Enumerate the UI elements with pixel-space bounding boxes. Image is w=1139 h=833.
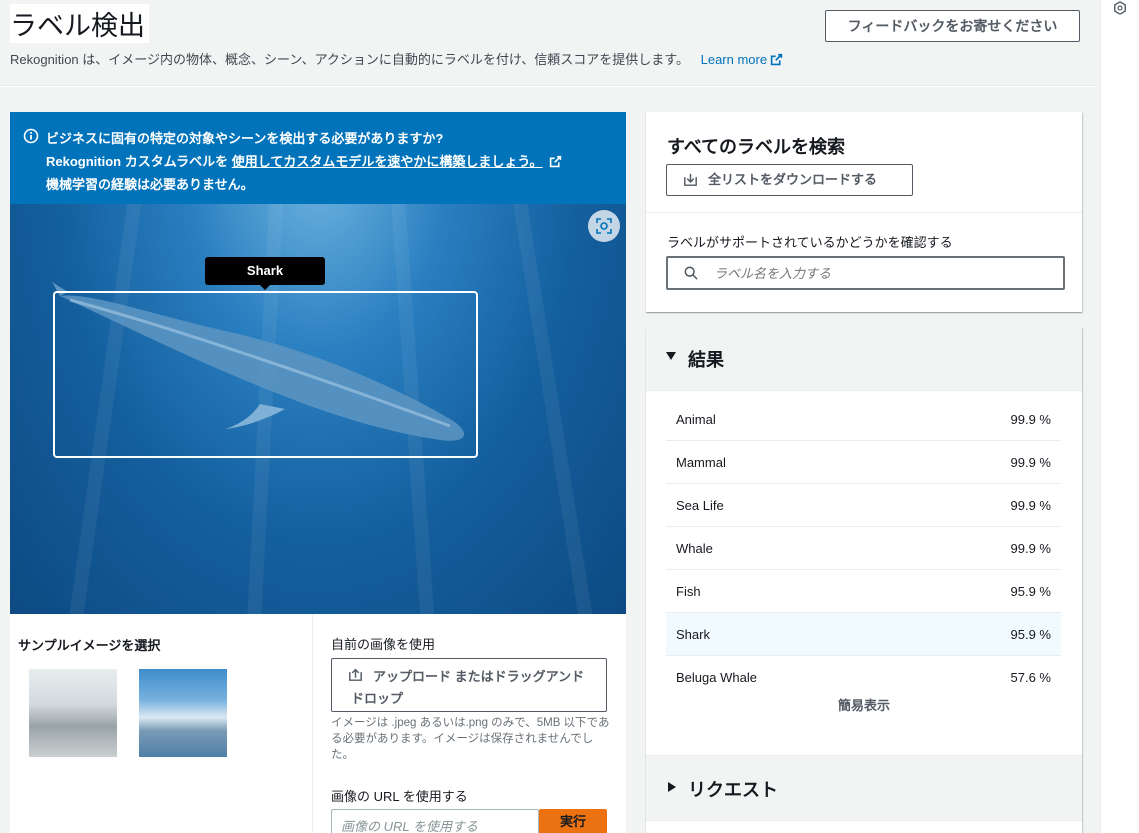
result-row[interactable]: Animal 99.9 % (666, 398, 1061, 441)
learn-more-label: Learn more (700, 52, 768, 67)
result-label: Mammal (676, 455, 726, 470)
detection-label-tooltip: Shark (205, 257, 325, 290)
search-labels-title: すべてのラベルを検索 (667, 137, 846, 157)
result-row[interactable]: Sea Life 99.9 % (666, 484, 1061, 527)
custom-labels-link[interactable]: 使用してカスタムモデルを速やかに構築しましょう。 (232, 154, 543, 169)
caret-right-icon (668, 782, 676, 792)
result-confidence: 57.6 % (1010, 670, 1051, 685)
info-line-1: ビジネスに固有の特定の対象やシーンを検出する必要がありますか? (46, 131, 444, 146)
request-title: リクエスト (688, 780, 778, 800)
download-list-button[interactable]: 全リストをダウンロードする (666, 164, 913, 196)
image-preview: Shark (10, 204, 626, 614)
result-confidence: 99.9 % (1010, 498, 1051, 513)
result-label: Animal (676, 412, 716, 427)
learn-more-link[interactable]: Learn more (701, 52, 783, 67)
info-line-3: 機械学習の経験は必要ありません。 (46, 177, 254, 192)
info-line-2: Rekognition カスタムラベルを 使用してカスタムモデルを速やかに構築し… (46, 151, 562, 170)
sample-image-skyline[interactable] (139, 669, 227, 757)
result-row[interactable]: Whale 99.9 % (666, 527, 1061, 570)
compact-view-link[interactable]: 簡易表示 (646, 695, 1082, 714)
upload-hint: イメージは .jpeg あるいは.png のみで、5MB 以下である必要がありま… (331, 717, 610, 761)
info-line-2-prefix: Rekognition カスタムラベルを (46, 154, 229, 169)
url-title: 画像の URL を使用する (331, 789, 468, 804)
search-labels-card: すべてのラベルを検索 全リストをダウンロードする ラベルがサポートされているかど… (646, 112, 1082, 312)
url-input[interactable]: 画像の URL を使用する (331, 809, 539, 833)
external-link-icon (549, 155, 562, 168)
divider (312, 614, 313, 833)
page-subtitle: Rekognition は、イメージ内の物体、概念、シーン、アクションに自動的に… (10, 49, 783, 68)
own-image-title: 自前の画像を使用 (331, 637, 436, 652)
page-title: ラベル検出 (10, 4, 149, 43)
download-list-label: 全リストをダウンロードする (708, 172, 878, 187)
run-button[interactable]: 実行 (539, 809, 607, 833)
results-header[interactable]: 結果 (646, 327, 1082, 391)
feedback-button[interactable]: フィードバックをお寄せください (825, 10, 1080, 42)
search-icon (684, 266, 698, 280)
external-link-icon (770, 53, 783, 66)
results-card: 結果 Animal 99.9 % Mammal 99.9 % Sea Life … (646, 327, 1082, 833)
divider (646, 212, 1082, 213)
focus-button[interactable] (588, 210, 620, 242)
result-confidence: 99.9 % (1010, 541, 1051, 556)
request-section-header[interactable]: リクエスト (646, 755, 1082, 821)
right-rail (1100, 0, 1139, 833)
check-label-text: ラベルがサポートされているかどうかを確認する (667, 235, 953, 250)
caret-down-icon (666, 352, 676, 360)
result-row[interactable]: Mammal 99.9 % (666, 441, 1061, 484)
result-row-selected[interactable]: Shark 95.9 % (666, 613, 1061, 656)
detection-bounding-box[interactable] (53, 291, 478, 458)
panel-icon[interactable] (1113, 1, 1127, 15)
result-label: Fish (676, 584, 701, 599)
result-label: Shark (676, 627, 710, 642)
upload-label: アップロード またはドラッグアンドドロップ (351, 669, 585, 706)
page-header: ラベル検出 Rekognition は、イメージ内の物体、概念、シーン、アクショ… (0, 0, 1100, 86)
info-icon (23, 128, 39, 144)
result-confidence: 99.9 % (1010, 455, 1051, 470)
label-search-input[interactable] (714, 258, 1044, 288)
result-label: Whale (676, 541, 713, 556)
results-title: 結果 (688, 350, 724, 370)
sample-image-street[interactable] (29, 669, 117, 757)
result-confidence: 95.9 % (1010, 584, 1051, 599)
result-label: Sea Life (676, 498, 724, 513)
result-confidence: 99.9 % (1010, 412, 1051, 427)
sample-images-title: サンプルイメージを選択 (18, 638, 161, 653)
subtitle-text: Rekognition は、イメージ内の物体、概念、シーン、アクションに自動的に… (10, 52, 689, 67)
upload-button[interactable]: アップロード またはドラッグアンドドロップ (331, 658, 607, 712)
result-confidence: 95.9 % (1010, 627, 1051, 642)
result-row[interactable]: Fish 95.9 % (666, 570, 1061, 613)
download-icon (684, 173, 697, 186)
label-search-box[interactable] (666, 256, 1065, 290)
info-banner: ビジネスに固有の特定の対象やシーンを検出する必要がありますか? Rekognit… (10, 112, 626, 204)
focus-icon (596, 218, 612, 234)
result-row[interactable]: Beluga Whale 57.6 % (666, 656, 1061, 699)
image-source-panel: サンプルイメージを選択 自前の画像を使用 アップロード またはドラッグアンドドロ… (10, 614, 626, 833)
result-label: Beluga Whale (676, 670, 757, 685)
